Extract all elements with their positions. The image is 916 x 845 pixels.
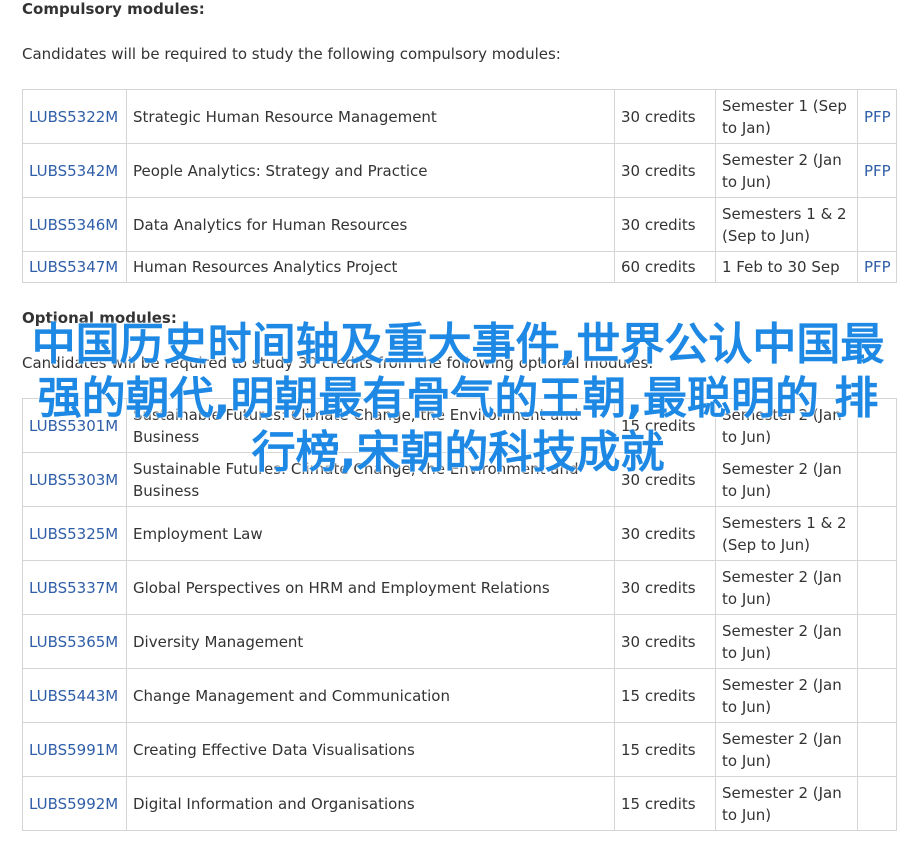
module-credits: 30 credits: [614, 560, 716, 615]
module-semester: 1 Feb to 30 Sep: [715, 251, 858, 283]
module-semester: Semesters 1 & 2 (Sep to Jun): [715, 197, 858, 252]
module-title: Global Perspectives on HRM and Employmen…: [126, 560, 615, 615]
module-credits: 60 credits: [614, 251, 716, 283]
module-title: Strategic Human Resource Management: [126, 89, 615, 144]
module-semester: Semester 2 (Jan to Jun): [715, 452, 858, 507]
module-title: Digital Information and Organisations: [126, 776, 615, 831]
module-credits: 30 credits: [614, 614, 716, 669]
module-credits: 30 credits: [614, 89, 716, 144]
pfp-cell: [857, 506, 897, 561]
module-title: Data Analytics for Human Resources: [126, 197, 615, 252]
table-row: LUBS5342M People Analytics: Strategy and…: [22, 143, 897, 198]
module-title: Employment Law: [126, 506, 615, 561]
table-row: LUBS5346M Data Analytics for Human Resou…: [22, 197, 897, 252]
pfp-cell: [857, 776, 897, 831]
module-semester: Semester 2 (Jan to Jun): [715, 722, 858, 777]
module-credits: 30 credits: [614, 452, 716, 507]
module-semester: Semester 2 (Jan to Jun): [715, 668, 858, 723]
table-row: LUBS5991M Creating Effective Data Visual…: [22, 722, 897, 777]
module-semester: Semesters 1 & 2 (Sep to Jun): [715, 506, 858, 561]
pfp-cell: [857, 398, 897, 453]
module-credits: 15 credits: [614, 776, 716, 831]
module-code-link[interactable]: LUBS5337M: [29, 579, 118, 597]
compulsory-heading: Compulsory modules:: [22, 0, 205, 18]
module-code-link[interactable]: LUBS5346M: [29, 216, 118, 234]
table-row: LUBS5301M Sustainable Futures: Climate C…: [22, 398, 897, 453]
table-row: LUBS5347M Human Resources Analytics Proj…: [22, 251, 897, 283]
module-code-link[interactable]: LUBS5301M: [29, 417, 118, 435]
table-row: LUBS5443M Change Management and Communic…: [22, 668, 897, 723]
table-row: LUBS5322M Strategic Human Resource Manag…: [22, 89, 897, 144]
module-title: Sustainable Futures: Climate Change, the…: [126, 452, 615, 507]
module-code-link[interactable]: LUBS5347M: [29, 258, 118, 276]
table-row: LUBS5992M Digital Information and Organi…: [22, 776, 897, 831]
module-title: Sustainable Futures: Climate Change, the…: [126, 398, 615, 453]
module-credits: 30 credits: [614, 506, 716, 561]
compulsory-modules-table: LUBS5322M Strategic Human Resource Manag…: [22, 89, 897, 283]
module-code-link[interactable]: LUBS5322M: [29, 108, 118, 126]
pfp-cell: [857, 722, 897, 777]
module-code-link[interactable]: LUBS5303M: [29, 471, 118, 489]
module-credits: 15 credits: [614, 398, 716, 453]
module-semester: Semester 2 (Jan to Jun): [715, 560, 858, 615]
module-semester: Semester 2 (Jan to Jun): [715, 614, 858, 669]
module-semester: Semester 2 (Jan to Jun): [715, 398, 858, 453]
compulsory-intro: Candidates will be required to study the…: [22, 45, 561, 63]
pfp-cell: [857, 452, 897, 507]
pfp-cell: [857, 668, 897, 723]
module-credits: 15 credits: [614, 722, 716, 777]
pfp-link[interactable]: PFP: [864, 258, 891, 276]
pfp-cell: [857, 614, 897, 669]
module-code-link[interactable]: LUBS5325M: [29, 525, 118, 543]
module-credits: 15 credits: [614, 668, 716, 723]
module-code-link[interactable]: LUBS5365M: [29, 633, 118, 651]
module-semester: Semester 2 (Jan to Jun): [715, 776, 858, 831]
module-title: People Analytics: Strategy and Practice: [126, 143, 615, 198]
pfp-link[interactable]: PFP: [864, 162, 891, 180]
optional-intro: Candidates will be required to study 30 …: [22, 354, 654, 372]
pfp-link[interactable]: PFP: [864, 108, 891, 126]
module-semester: Semester 2 (Jan to Jun): [715, 143, 858, 198]
optional-modules-table: LUBS5301M Sustainable Futures: Climate C…: [22, 398, 897, 831]
module-credits: 30 credits: [614, 143, 716, 198]
table-row: LUBS5325M Employment Law 30 credits Seme…: [22, 506, 897, 561]
module-code-link[interactable]: LUBS5991M: [29, 741, 118, 759]
module-code-link[interactable]: LUBS5992M: [29, 795, 118, 813]
table-row: LUBS5337M Global Perspectives on HRM and…: [22, 560, 897, 615]
module-title: Human Resources Analytics Project: [126, 251, 615, 283]
optional-heading: Optional modules:: [22, 309, 177, 327]
module-title: Change Management and Communication: [126, 668, 615, 723]
pfp-cell: [857, 560, 897, 615]
table-row: LUBS5303M Sustainable Futures: Climate C…: [22, 452, 897, 507]
module-title: Creating Effective Data Visualisations: [126, 722, 615, 777]
module-credits: 30 credits: [614, 197, 716, 252]
module-semester: Semester 1 (Sep to Jan): [715, 89, 858, 144]
table-row: LUBS5365M Diversity Management 30 credit…: [22, 614, 897, 669]
module-code-link[interactable]: LUBS5443M: [29, 687, 118, 705]
pfp-cell: [857, 197, 897, 252]
module-code-link[interactable]: LUBS5342M: [29, 162, 118, 180]
module-title: Diversity Management: [126, 614, 615, 669]
